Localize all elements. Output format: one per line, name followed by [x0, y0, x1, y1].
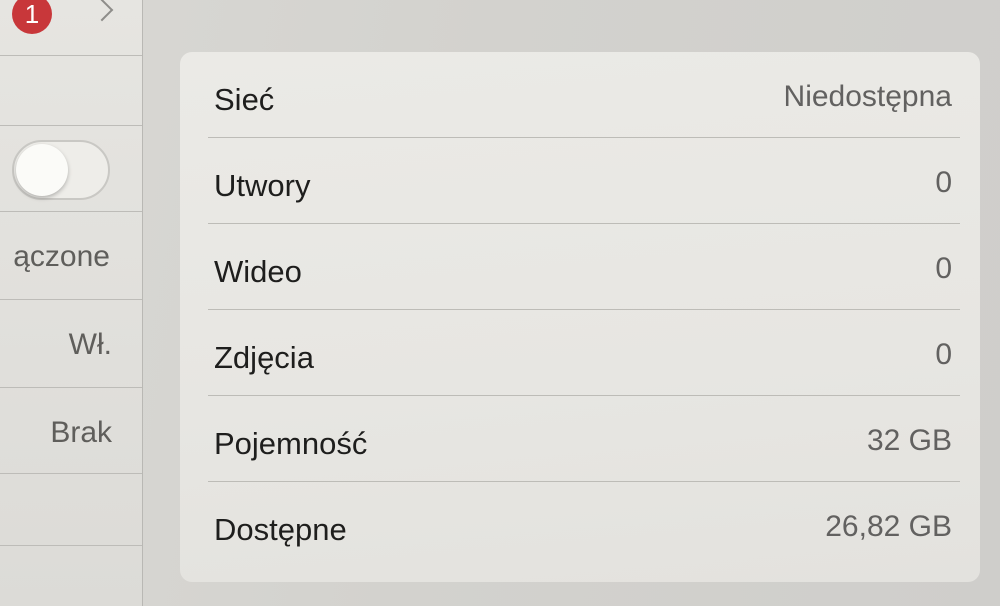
- info-row-label: Sieć: [214, 82, 275, 117]
- info-row-value: 0: [935, 166, 952, 199]
- sidebar-row-blank[interactable]: [0, 474, 142, 546]
- info-row-videos: Wideo 0: [180, 224, 980, 310]
- sidebar-row-connection[interactable]: ączone: [0, 212, 142, 300]
- info-row-value: 0: [935, 252, 952, 285]
- sidebar-row-value: Wł.: [68, 328, 112, 361]
- sidebar-row-notifications[interactable]: 1: [0, 0, 142, 56]
- info-row-label: Pojemność: [214, 426, 368, 461]
- info-row-value: 26,82 GB: [825, 510, 952, 543]
- info-row-label: Wideo: [214, 254, 302, 289]
- info-row-label: Zdjęcia: [214, 340, 314, 375]
- toggle-knob: [16, 144, 68, 196]
- settings-sidebar: 1 ączone Wł. Brak: [0, 0, 143, 606]
- toggle-switch[interactable]: [12, 140, 110, 200]
- info-row-value: 32 GB: [866, 424, 952, 457]
- notification-badge: 1: [12, 0, 52, 34]
- sidebar-row-none[interactable]: Brak: [0, 388, 142, 474]
- sidebar-row-value: ączone: [13, 240, 110, 273]
- info-row-label: Dostępne: [214, 512, 347, 547]
- info-row-label: Utwory: [214, 168, 311, 203]
- info-row-value: 0: [935, 338, 952, 371]
- sidebar-row-on[interactable]: Wł.: [0, 300, 142, 388]
- about-info-table: Sieć Niedostępna Utwory 0 Wideo 0 Zdjęci…: [180, 52, 980, 582]
- info-row-capacity: Pojemność 32 GB: [180, 396, 980, 482]
- info-row-songs: Utwory 0: [180, 138, 980, 224]
- sidebar-row-value: Brak: [50, 416, 112, 449]
- chevron-right-icon: [90, 0, 114, 22]
- info-row-available: Dostępne 26,82 GB: [180, 482, 980, 568]
- info-row-photos: Zdjęcia 0: [180, 310, 980, 396]
- sidebar-row-blank[interactable]: [0, 56, 142, 126]
- sidebar-row-toggle: [0, 126, 142, 212]
- info-row-network: Sieć Niedostępna: [180, 52, 980, 138]
- info-row-value: Niedostępna: [783, 80, 952, 113]
